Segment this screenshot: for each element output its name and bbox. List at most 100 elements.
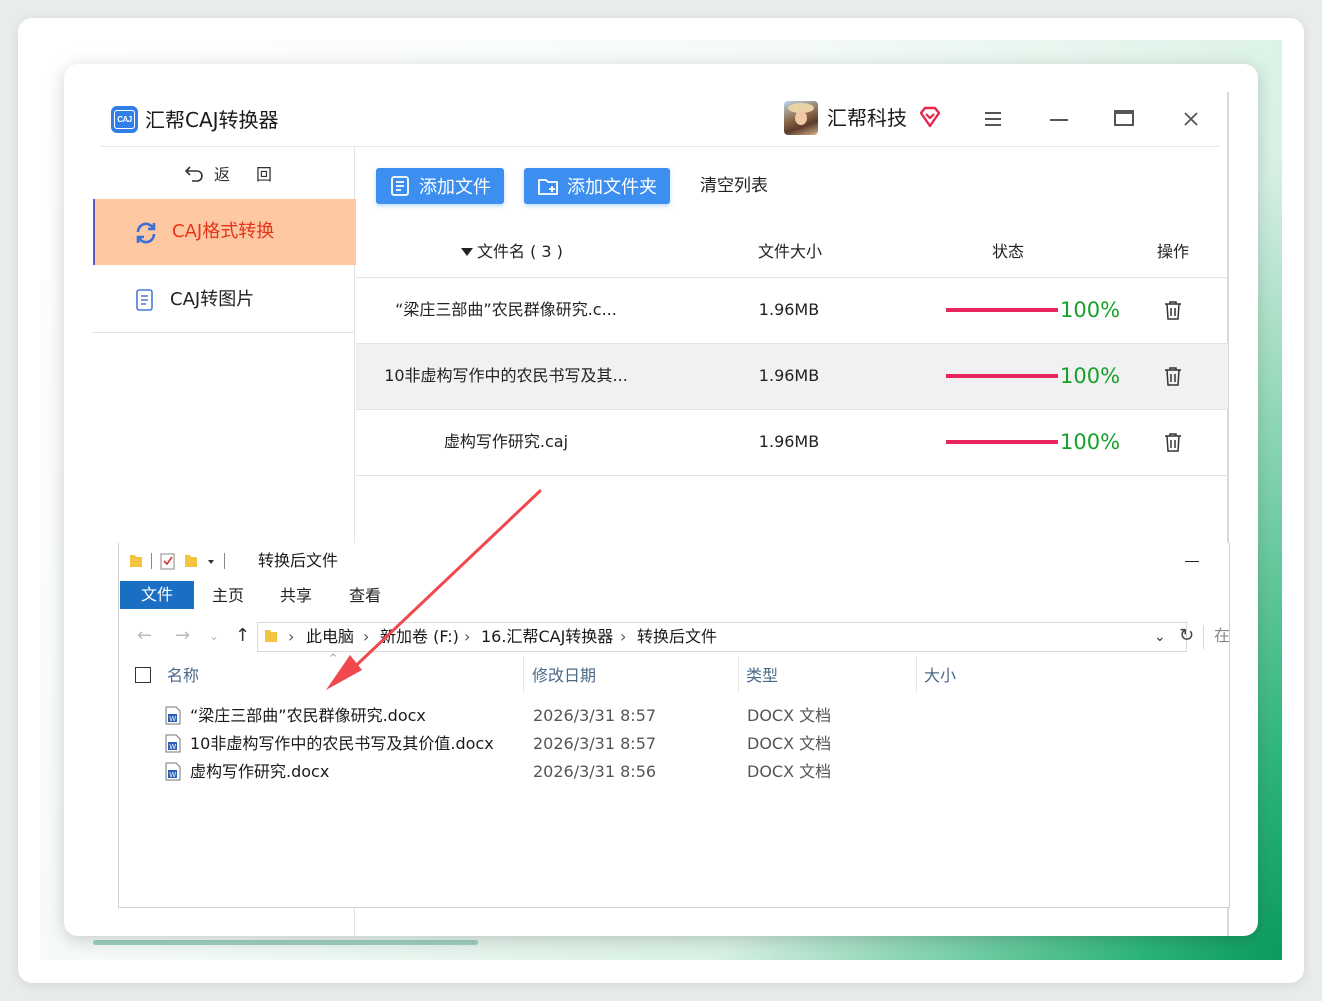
sort-desc-icon[interactable] [461,248,473,256]
back-label-1: 返 [214,165,231,184]
new-folder-icon[interactable] [184,553,198,569]
trash-icon[interactable] [1164,366,1182,386]
up-nav-icon[interactable]: ↑ [235,625,250,647]
file-list-icon [391,176,409,196]
minimize-icon[interactable] [1050,119,1068,121]
explorer-minimize-icon[interactable] [1185,561,1199,562]
refresh-icon[interactable]: ↻ [1179,625,1194,647]
add-folder-button[interactable]: 添加文件夹 [524,168,670,204]
quick-access-toolbar [129,551,225,571]
sidebar-item-caj-to-image[interactable]: CAJ转图片 [93,266,354,333]
address-bar[interactable]: › 此电脑 › 新加卷 (F:) › 16.汇帮CAJ转换器 › 转换后文件 ⌄ [257,622,1187,652]
ribbon-tab-file[interactable]: 文件 [120,581,194,609]
title-divider [100,146,1220,147]
header-filename[interactable]: 文件名 ( 3 ) [477,240,563,264]
file-type: DOCX 文档 [747,706,832,725]
add-folder-label: 添加文件夹 [567,177,657,198]
back-button[interactable]: 返 回 [184,160,272,186]
ribbon-tab-share[interactable]: 共享 [280,585,312,607]
maximize-icon[interactable] [1114,110,1134,126]
progress-fill [946,308,1058,312]
document-icon [136,289,153,311]
table-row[interactable]: “梁庄三部曲”农民群像研究.c... 1.96MB 100% [356,278,1228,343]
qa-separator [151,553,152,569]
sidebar-item-caj-convert[interactable]: CAJ格式转换 [93,199,356,265]
vip-diamond-icon[interactable] [919,106,941,128]
qa-separator [224,553,225,569]
folder-add-icon [538,179,558,195]
file-list-item[interactable]: W 虚构写作研究.docx 2026/3/31 8:56 DOCX 文档 [163,759,1023,785]
taskbar-strip [93,940,478,945]
file-type: DOCX 文档 [747,734,832,753]
progress-percent: 100% [1060,364,1121,388]
file-name: “梁庄三部曲”农民群像研究.docx [190,706,426,725]
sort-up-icon: ^ [329,653,338,664]
svg-text:W: W [169,743,176,751]
file-date: 2026/3/31 8:56 [533,762,657,781]
avatar-face [795,111,807,125]
file-name: 10非虚构写作中的农民书写及其... [384,366,628,385]
table-line [356,475,1228,476]
explorer-title: 转换后文件 [258,551,339,570]
address-dropdown-icon[interactable]: ⌄ [1154,627,1166,647]
refresh-icon [136,222,156,244]
file-name: 10非虚构写作中的农民书写及其价值.docx [190,734,494,753]
app-title: 汇帮CAJ转换器 [145,108,279,132]
clear-list-button[interactable]: 清空列表 [700,174,768,198]
breadcrumb-item[interactable]: 此电脑 [306,627,354,647]
svg-text:W: W [169,771,176,779]
breadcrumb-sep-icon: › [464,627,471,646]
trash-icon[interactable] [1164,300,1182,320]
file-name: “梁庄三部曲”农民群像研究.c... [395,300,617,319]
file-type: DOCX 文档 [747,762,832,781]
ribbon-tab-view[interactable]: 查看 [349,585,381,607]
properties-icon[interactable] [160,552,176,570]
file-size: 1.96MB [758,432,820,451]
user-name[interactable]: 汇帮科技 [827,104,907,132]
address-folder-icon [265,630,277,642]
breadcrumb-sep-icon: › [288,627,295,646]
add-file-button[interactable]: 添加文件 [376,168,504,204]
forward-nav-icon[interactable]: → [175,625,190,647]
progress-percent: 100% [1060,430,1121,454]
select-all-checkbox[interactable] [135,667,151,683]
breadcrumb-item[interactable]: 16.汇帮CAJ转换器 [481,627,613,647]
breadcrumb-item[interactable]: 转换后文件 [637,627,717,647]
file-list-item[interactable]: W 10非虚构写作中的农民书写及其价值.docx 2026/3/31 8:57 … [163,731,1023,757]
file-size: 1.96MB [758,366,820,385]
progress-fill [946,440,1058,444]
file-name: 虚构写作研究.caj [443,432,569,451]
col-header-size[interactable]: 大小 [924,665,956,687]
ribbon-tab-home[interactable]: 主页 [212,585,244,607]
search-box[interactable]: 在 [1203,625,1238,649]
customize-dropdown-icon[interactable] [206,556,216,566]
file-list-item[interactable]: W “梁庄三部曲”农民群像研究.docx 2026/3/31 8:57 DOCX… [163,703,1023,729]
breadcrumb-item[interactable]: 新加卷 (F:) [380,627,459,647]
trash-icon[interactable] [1164,432,1182,452]
sidebar-item-label: CAJ格式转换 [172,221,275,242]
column-separator [916,657,917,693]
svg-text:W: W [169,715,176,723]
file-size: 1.96MB [758,300,820,319]
folder-icon [130,555,142,567]
header-filesize: 文件大小 [758,242,823,261]
progress-bar [946,440,1058,444]
breadcrumb-sep-icon: › [620,627,627,646]
column-separator [738,657,739,693]
word-doc-icon: W [165,706,181,725]
recent-dropdown-icon[interactable]: ⌄ [209,625,219,647]
file-date: 2026/3/31 8:57 [533,706,657,725]
back-label-2: 回 [256,165,273,184]
add-file-label: 添加文件 [419,177,491,198]
close-icon[interactable] [1182,110,1200,128]
back-nav-icon[interactable]: ← [137,625,152,647]
header-status: 状态 [992,242,1025,261]
col-header-name[interactable]: 名称 [167,665,199,687]
col-header-type[interactable]: 类型 [746,665,778,687]
col-header-date[interactable]: 修改日期 [532,665,596,687]
table-row[interactable]: 虚构写作研究.caj 1.96MB 100% [356,410,1228,475]
avatar[interactable] [784,101,818,135]
header-operation: 操作 [1157,242,1190,261]
menu-icon[interactable] [983,111,1005,127]
table-row[interactable]: 10非虚构写作中的农民书写及其... 1.96MB 100% [356,344,1228,409]
